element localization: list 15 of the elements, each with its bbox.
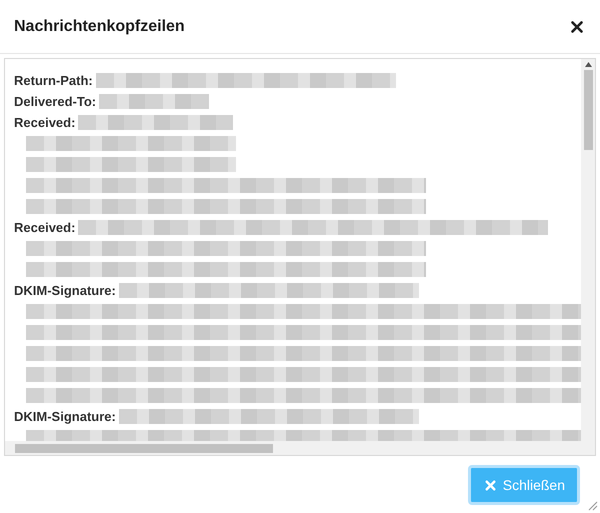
header-name: Return-Path:: [14, 74, 93, 86]
dialog-title: Nachrichtenkopfzeilen: [14, 16, 185, 36]
header-name: DKIM-Signature:: [14, 284, 116, 296]
scrollbar-thumb[interactable]: [15, 444, 273, 452]
resize-grip-icon[interactable]: [588, 501, 598, 511]
header-name: Received:: [14, 116, 76, 128]
scroll-up-arrow-icon[interactable]: [584, 62, 592, 67]
header-name: DKIM-Signature:: [14, 410, 116, 422]
header-name: Received:: [14, 220, 76, 234]
vertical-scrollbar[interactable]: [581, 59, 595, 441]
close-icon: [482, 478, 498, 492]
header-name: Delivered-To:: [14, 94, 96, 108]
scrollbar-thumb[interactable]: [584, 70, 592, 150]
close-button[interactable]: Schließen: [468, 465, 580, 505]
horizontal-scrollbar[interactable]: [5, 441, 595, 455]
